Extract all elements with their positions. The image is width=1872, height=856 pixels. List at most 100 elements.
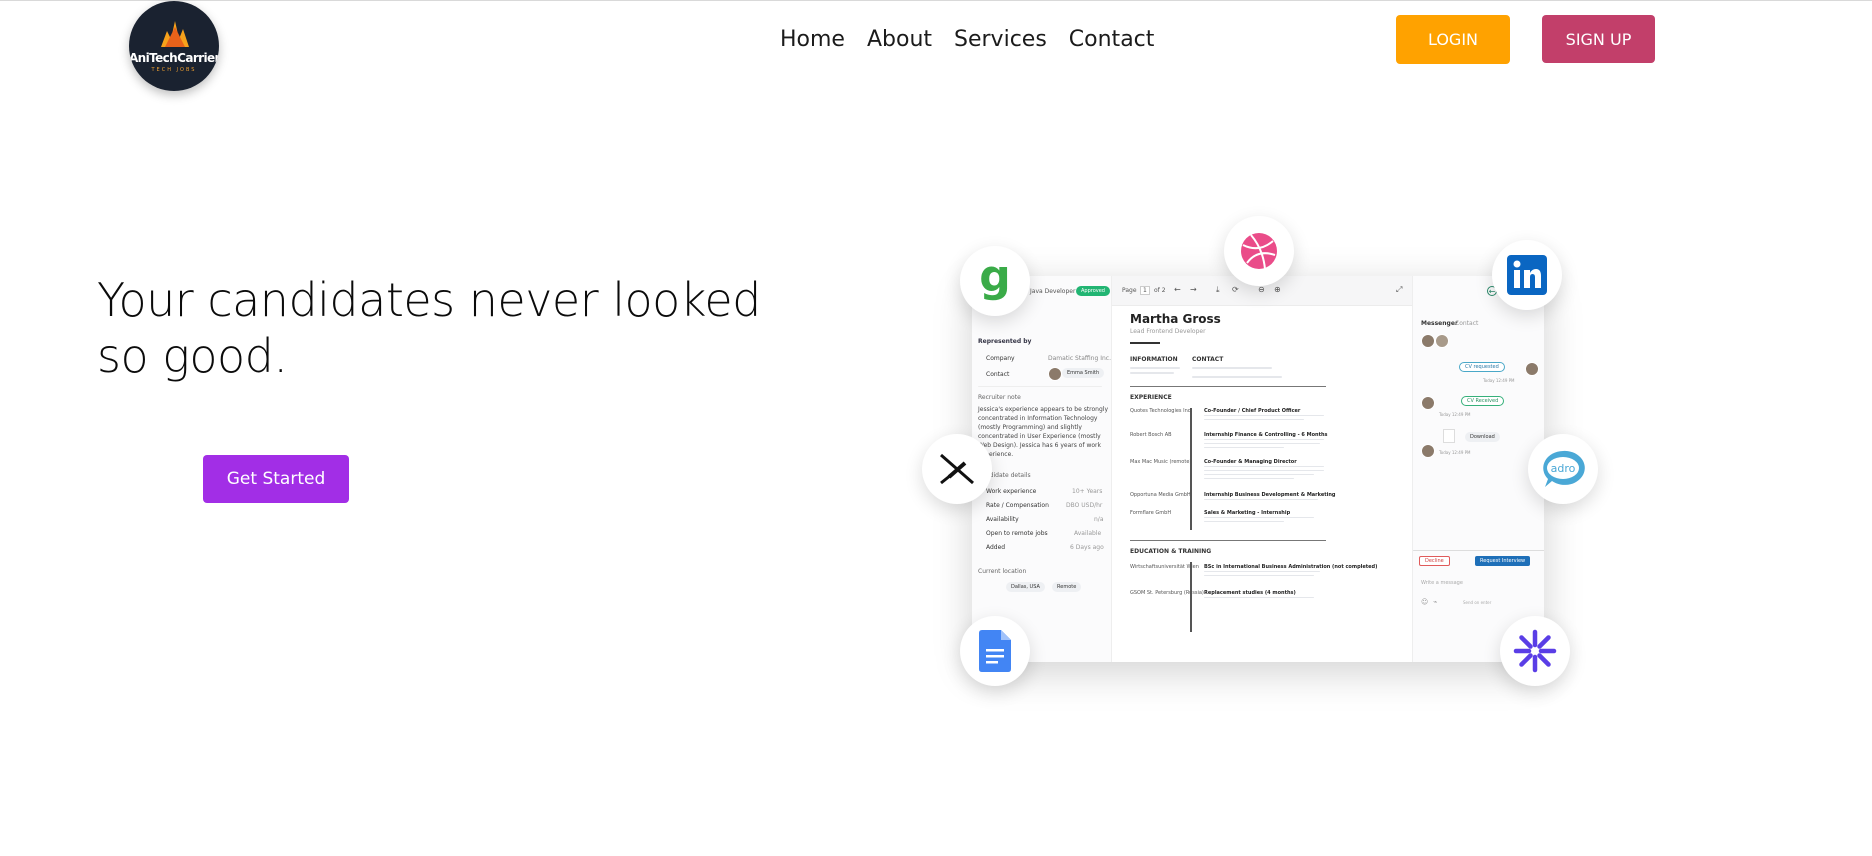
linkedin-icon bbox=[1507, 255, 1547, 295]
page-number-input[interactable]: 1 bbox=[1140, 286, 1150, 295]
download-message[interactable]: Download bbox=[1465, 432, 1500, 442]
company-label: Company bbox=[986, 355, 1015, 362]
text-line bbox=[1130, 367, 1180, 369]
page-total: of 2 bbox=[1154, 287, 1166, 294]
candidate-profile-mockup: Java Developer Approved Represented by C… bbox=[972, 276, 1544, 662]
edu-school: Wirtschaftsuniversität Wien bbox=[1130, 564, 1199, 570]
detail-label: Work experience bbox=[986, 488, 1037, 495]
asterisk-bubble bbox=[1500, 616, 1570, 686]
divider bbox=[978, 386, 1102, 387]
greenhouse-bubble: g bbox=[960, 246, 1030, 316]
top-divider bbox=[0, 0, 1872, 1]
exp-title: Co-Founder / Chief Product Officer bbox=[1204, 408, 1301, 414]
login-button[interactable]: LOGIN bbox=[1396, 15, 1510, 64]
detail-value: n/a bbox=[1094, 516, 1104, 523]
hero-illustration: Java Developer Approved Represented by C… bbox=[922, 216, 1598, 716]
exp-title: Internship Finance & Controlling - 6 Mon… bbox=[1204, 432, 1328, 438]
nav-home[interactable]: Home bbox=[780, 27, 845, 52]
zoom-in-icon[interactable]: ⊕ bbox=[1274, 285, 1281, 294]
attachment-icon[interactable]: ⌁ bbox=[1433, 598, 1437, 606]
document-icon bbox=[1443, 429, 1455, 443]
text-line bbox=[1204, 571, 1320, 572]
company-value: Damatic Staffing Inc. bbox=[1048, 355, 1111, 362]
messenger-tab[interactable]: Messenger bbox=[1421, 320, 1458, 327]
rotate-icon[interactable]: ⟳ bbox=[1232, 285, 1239, 294]
text-line bbox=[1204, 443, 1320, 444]
education-heading: EDUCATION & TRAINING bbox=[1130, 548, 1212, 555]
text-line bbox=[1204, 419, 1304, 420]
cv-rule bbox=[1130, 342, 1160, 344]
approved-chip: Approved bbox=[1076, 286, 1110, 296]
avatar bbox=[1421, 334, 1435, 348]
logo-tagline: TECH JOBS bbox=[151, 67, 197, 73]
text-line bbox=[1204, 466, 1324, 467]
job-title: Java Developer bbox=[1030, 288, 1076, 295]
text-line bbox=[1204, 575, 1314, 576]
avatar bbox=[1525, 362, 1539, 376]
information-heading: INFORMATION bbox=[1130, 356, 1178, 363]
edu-degree: BSc in International Business Administra… bbox=[1204, 564, 1378, 570]
hero-headline: Your candidates never looked so good. bbox=[97, 272, 797, 384]
svg-text:adro: adro bbox=[1551, 462, 1576, 475]
dribbble-icon bbox=[1241, 233, 1277, 270]
cv-name: Martha Gross bbox=[1130, 312, 1221, 326]
cv-requested-message: CV requested bbox=[1459, 362, 1505, 372]
message-input[interactable]: Write a message bbox=[1421, 580, 1463, 586]
logo-brand: AniTechCarrier bbox=[129, 51, 219, 65]
exp-company: Quotes Technologies Inc. bbox=[1130, 408, 1193, 414]
avatar bbox=[1435, 334, 1449, 348]
nav-services[interactable]: Services bbox=[954, 27, 1047, 52]
glider-bubble bbox=[922, 434, 992, 504]
nav-contact[interactable]: Contact bbox=[1069, 27, 1155, 52]
edu-school: GSOM St. Petersburg (Russia) bbox=[1130, 590, 1204, 596]
download-icon[interactable]: ⤓ bbox=[1216, 285, 1220, 295]
text-line bbox=[1204, 521, 1284, 522]
cv-divider bbox=[1130, 540, 1326, 541]
asterisk-icon bbox=[1513, 629, 1557, 673]
contact-tab[interactable]: Contact bbox=[1455, 320, 1478, 327]
contact-label: Contact bbox=[986, 371, 1010, 378]
next-page-icon[interactable]: → bbox=[1190, 285, 1197, 294]
detail-value: Available bbox=[1074, 530, 1102, 537]
dribbble-bubble bbox=[1224, 216, 1294, 286]
contact-heading: CONTACT bbox=[1192, 356, 1224, 363]
contact-chip: Emma Smith bbox=[1062, 368, 1105, 378]
emoji-icon[interactable]: ☺ bbox=[1421, 598, 1428, 606]
text-line bbox=[1192, 376, 1282, 378]
decline-button[interactable]: Decline bbox=[1419, 556, 1450, 566]
detail-label: Open to remote jobs bbox=[986, 530, 1048, 537]
exp-company: Max Mac Music (remote) bbox=[1130, 459, 1192, 465]
text-line bbox=[1192, 367, 1272, 369]
send-on-enter[interactable]: Send on enter bbox=[1463, 600, 1491, 605]
nav-about[interactable]: About bbox=[867, 27, 932, 52]
remote-chip: Remote bbox=[1052, 582, 1082, 592]
detail-label: Availability bbox=[986, 516, 1019, 523]
logo[interactable]: AniTechCarrier TECH JOBS bbox=[129, 1, 219, 91]
text-line bbox=[1204, 439, 1324, 440]
exp-title: Co-Founder & Managing Director bbox=[1204, 459, 1297, 465]
request-interview-button[interactable]: Request Interview bbox=[1475, 556, 1531, 566]
mockup-left-column: Java Developer Approved Represented by C… bbox=[972, 276, 1112, 662]
get-started-button[interactable]: Get Started bbox=[203, 455, 349, 503]
detail-label: Added bbox=[986, 544, 1006, 551]
detail-value: DBO USD/hr bbox=[1066, 502, 1103, 509]
exp-title: Internship Business Development & Market… bbox=[1204, 492, 1336, 498]
note-line: (mostly Programming) and slightly bbox=[978, 424, 1082, 431]
fullscreen-icon[interactable]: ⤢ bbox=[1396, 285, 1402, 295]
timeline bbox=[1190, 562, 1192, 632]
signup-button[interactable]: SIGN UP bbox=[1542, 15, 1655, 63]
exp-title: Sales & Marketing - Internship bbox=[1204, 510, 1291, 516]
cv-document: Martha Gross Lead Frontend Developer INF… bbox=[1122, 306, 1392, 662]
timeline bbox=[1190, 408, 1192, 530]
message-time: Today 12:49 PM bbox=[1439, 450, 1471, 455]
edu-degree: Replacement studies (4 months) bbox=[1204, 590, 1296, 596]
text-line bbox=[1204, 447, 1284, 448]
message-time: Today 12:49 PM bbox=[1439, 412, 1471, 417]
location-chip: Dallas, USA bbox=[1006, 582, 1045, 592]
zoom-out-icon[interactable]: ⊖ bbox=[1258, 285, 1265, 294]
main-nav: Home About Services Contact bbox=[780, 27, 1154, 52]
divider bbox=[1413, 550, 1544, 551]
prev-page-icon[interactable]: ← bbox=[1174, 285, 1181, 294]
adro-bubble: adro bbox=[1528, 434, 1598, 504]
hero-headline-line2: so good. bbox=[97, 329, 288, 383]
